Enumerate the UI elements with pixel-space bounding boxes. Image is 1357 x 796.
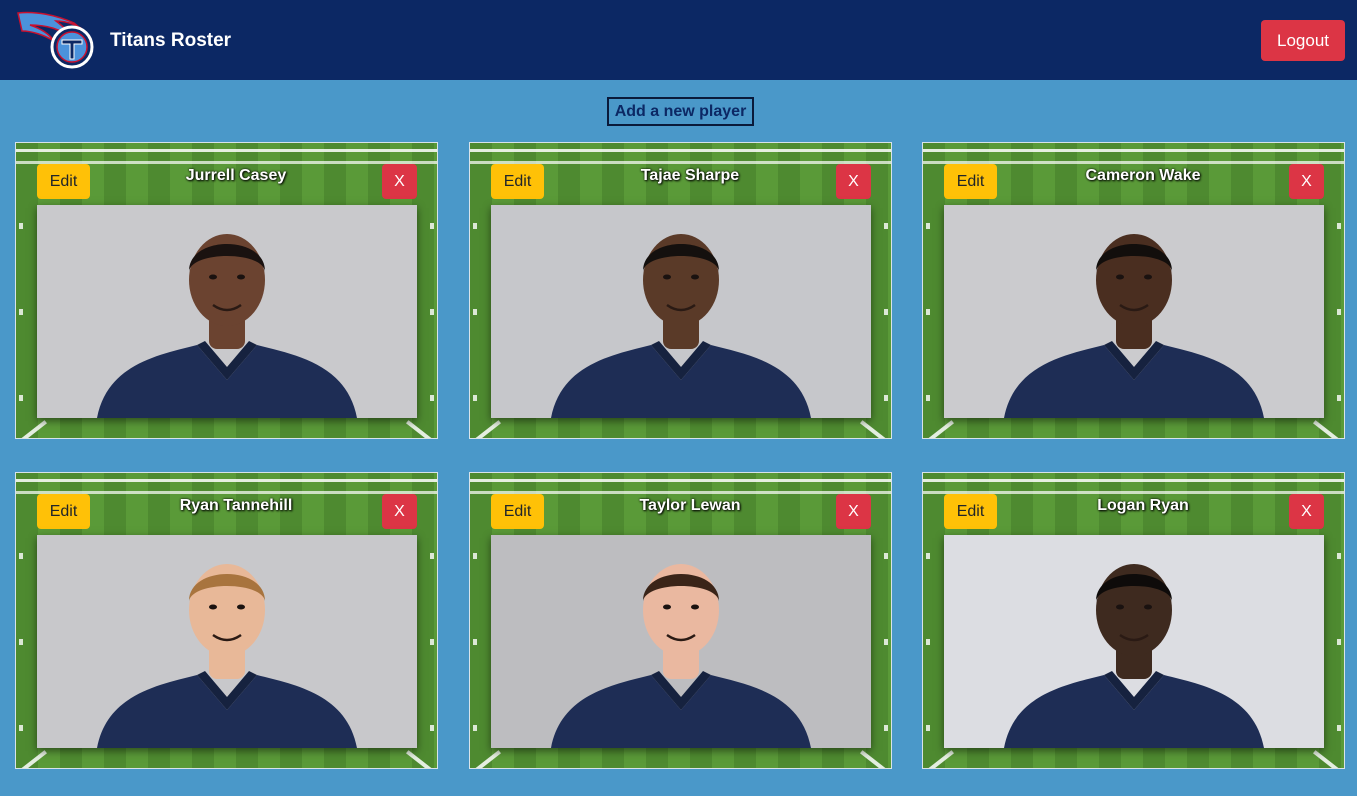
edit-button[interactable]: Edit	[944, 164, 997, 199]
field-line	[884, 473, 888, 768]
edit-button[interactable]: Edit	[491, 494, 544, 529]
player-headshot	[1004, 234, 1264, 418]
player-name: Jurrell Casey	[185, 167, 287, 184]
player-headshot	[551, 234, 811, 418]
player-name: Tajae Sharpe	[640, 167, 740, 184]
delete-button[interactable]: X	[836, 494, 871, 529]
player-photo	[944, 535, 1324, 748]
player-photo	[37, 205, 417, 418]
titans-logo[interactable]	[16, 9, 96, 71]
add-player-button[interactable]: Add a new player	[607, 97, 754, 126]
player-name: Cameron Wake	[1085, 167, 1201, 184]
field-line	[926, 143, 930, 438]
edit-button[interactable]: Edit	[37, 164, 90, 199]
player-card: Edit Tajae Sharpe X	[469, 142, 892, 439]
navbar: Titans Roster Logout	[0, 0, 1357, 80]
player-headshot	[551, 564, 811, 748]
field-line	[926, 473, 930, 768]
field-line	[473, 473, 477, 768]
player-photo	[37, 535, 417, 748]
logout-button[interactable]: Logout	[1261, 20, 1345, 61]
field-line	[19, 473, 23, 768]
field-line	[1337, 143, 1341, 438]
delete-button[interactable]: X	[836, 164, 871, 199]
brand-title[interactable]: Titans Roster	[110, 30, 231, 52]
player-name: Ryan Tannehill	[179, 497, 293, 514]
player-card: Edit Taylor Lewan X	[469, 472, 892, 769]
field-line	[884, 143, 888, 438]
player-name: Logan Ryan	[1097, 497, 1189, 514]
player-headshot	[97, 234, 357, 418]
delete-button[interactable]: X	[382, 164, 417, 199]
player-photo	[491, 535, 871, 748]
player-photo	[491, 205, 871, 418]
player-photo	[944, 205, 1324, 418]
field-line	[1337, 473, 1341, 768]
field-line	[430, 143, 434, 438]
player-card: Edit Jurrell Casey X	[15, 142, 438, 439]
player-card: Edit Ryan Tannehill X	[15, 472, 438, 769]
player-headshot	[1004, 564, 1264, 748]
player-name: Taylor Lewan	[639, 497, 741, 514]
delete-button[interactable]: X	[1289, 164, 1324, 199]
edit-button[interactable]: Edit	[944, 494, 997, 529]
delete-button[interactable]: X	[1289, 494, 1324, 529]
edit-button[interactable]: Edit	[491, 164, 544, 199]
player-headshot	[97, 564, 357, 748]
field-line	[19, 143, 23, 438]
player-card: Edit Cameron Wake X	[922, 142, 1345, 439]
player-card: Edit Logan Ryan X	[922, 472, 1345, 769]
field-line	[430, 473, 434, 768]
field-line	[473, 143, 477, 438]
delete-button[interactable]: X	[382, 494, 417, 529]
edit-button[interactable]: Edit	[37, 494, 90, 529]
